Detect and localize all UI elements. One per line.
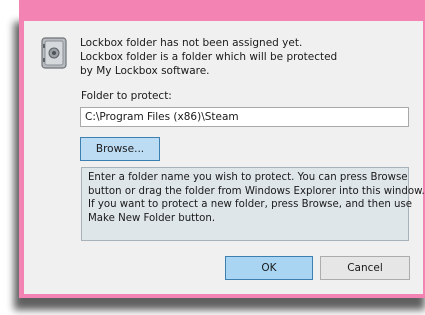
screenshot-stage: Lockbox folder has not been assigned yet… xyxy=(0,0,425,315)
status-message: Lockbox folder has not been assigned yet… xyxy=(80,37,338,77)
instructions-text: Enter a folder name you wish to protect.… xyxy=(81,167,425,241)
cancel-button[interactable]: Cancel xyxy=(320,256,410,280)
browse-button[interactable]: Browse... xyxy=(80,137,160,161)
folder-path-input[interactable] xyxy=(80,107,409,127)
folder-to-protect-label: Folder to protect: xyxy=(81,90,172,102)
ok-button[interactable]: OK xyxy=(225,256,313,280)
lockbox-safe-icon xyxy=(41,37,67,69)
